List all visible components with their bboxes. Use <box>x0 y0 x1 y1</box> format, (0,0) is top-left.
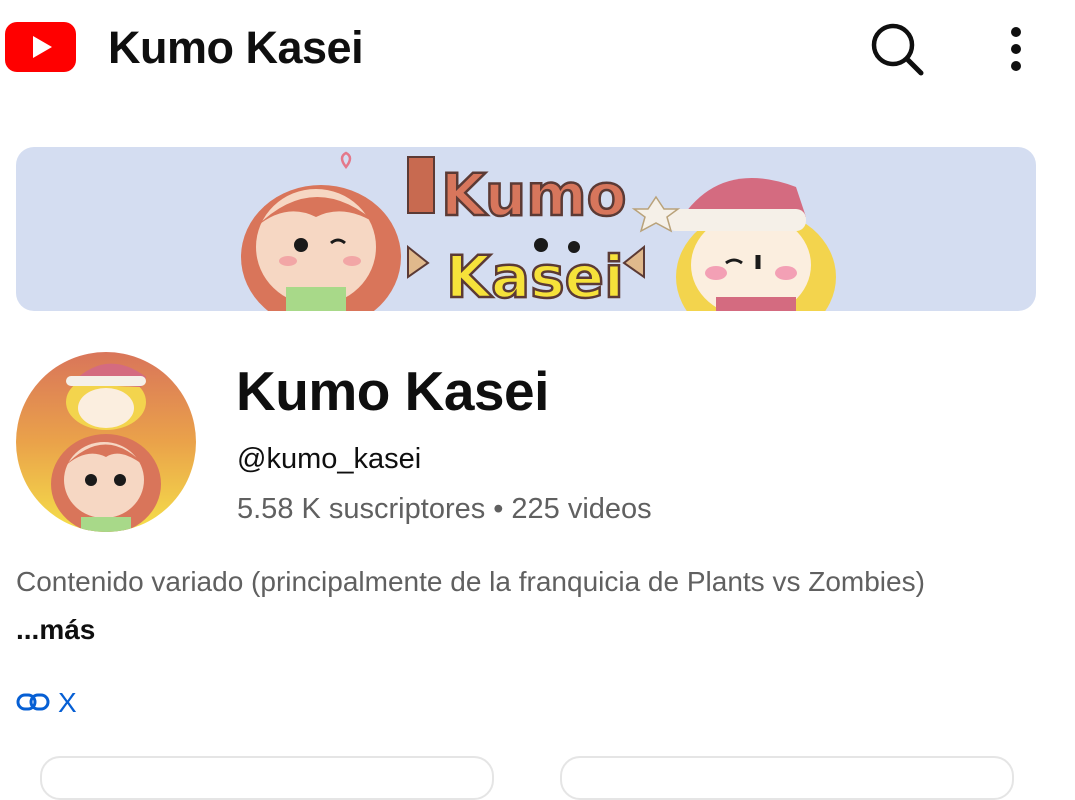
channel-link[interactable]: X <box>16 684 77 722</box>
join-button[interactable] <box>560 756 1014 800</box>
channel-banner: Kumo Kasei <box>16 147 1036 311</box>
channel-handle: @kumo_kasei <box>237 443 422 475</box>
link-label: X <box>58 687 77 718</box>
youtube-logo-icon[interactable] <box>5 22 76 72</box>
app-bar-title: Kumo Kasei <box>108 22 364 73</box>
channel-avatar[interactable] <box>16 352 196 532</box>
banner-character-left <box>241 151 401 311</box>
stats-separator: • <box>493 493 504 525</box>
search-icon[interactable] <box>868 20 926 78</box>
svg-text:Kasei: Kasei <box>446 243 624 311</box>
channel-stats: 5.58 K suscriptores • 225 videos <box>237 490 652 528</box>
subscriber-count: 5.58 K suscriptores <box>237 493 486 525</box>
svg-text:Kumo: Kumo <box>441 161 627 229</box>
channel-description[interactable]: Contenido variado (principalmente de la … <box>16 563 925 601</box>
top-app-bar: Kumo Kasei <box>0 0 1075 95</box>
more-button[interactable]: ...más <box>16 612 95 648</box>
channel-name: Kumo Kasei <box>236 360 549 422</box>
video-count: 225 videos <box>511 493 652 525</box>
link-icon <box>16 687 50 719</box>
banner-title-art: Kumo Kasei <box>407 156 645 311</box>
banner-art: Kumo Kasei <box>241 151 836 311</box>
subscribe-button[interactable] <box>40 756 494 800</box>
more-vert-icon[interactable] <box>998 24 1034 74</box>
banner-character-right <box>631 178 836 311</box>
